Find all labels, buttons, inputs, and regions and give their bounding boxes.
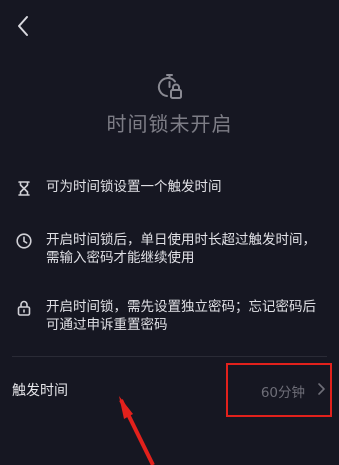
feature-text: 开启时间锁，需先设置独立密码；忘记密码后可通过申诉重置密码 — [46, 299, 316, 333]
trigger-time-label: 触发时间 — [12, 383, 68, 399]
lock-icon — [16, 300, 32, 316]
divider — [12, 356, 327, 357]
feature-item-usage: 开启时间锁后，单日使用时长超过触发时间，需输入密码才能继续使用 — [0, 231, 339, 267]
feature-item-trigger: 可为时间锁设置一个触发时间 — [0, 178, 339, 196]
clock-icon — [16, 233, 32, 249]
trigger-time-value: 60分钟 — [260, 385, 305, 401]
chevron-left-icon — [18, 16, 28, 36]
feature-item-password: 开启时间锁，需先设置独立密码；忘记密码后可通过申诉重置密码 — [0, 298, 339, 334]
feature-text: 开启时间锁后，单日使用时长超过触发时间，需输入密码才能继续使用 — [46, 232, 316, 266]
page-title: 时间锁未开启 — [106, 112, 233, 136]
time-lock-screen: 时间锁未开启 可为时间锁设置一个触发时间 开启时间锁后，单日使用时长超过触发时间… — [0, 0, 339, 465]
chevron-right-icon — [318, 383, 325, 395]
feature-text: 可为时间锁设置一个触发时间 — [46, 179, 222, 195]
back-button[interactable] — [10, 12, 36, 40]
trigger-time-row[interactable]: 触发时间 60分钟 — [0, 360, 339, 418]
timer-lock-icon — [157, 74, 182, 99]
hourglass-icon — [16, 180, 32, 196]
